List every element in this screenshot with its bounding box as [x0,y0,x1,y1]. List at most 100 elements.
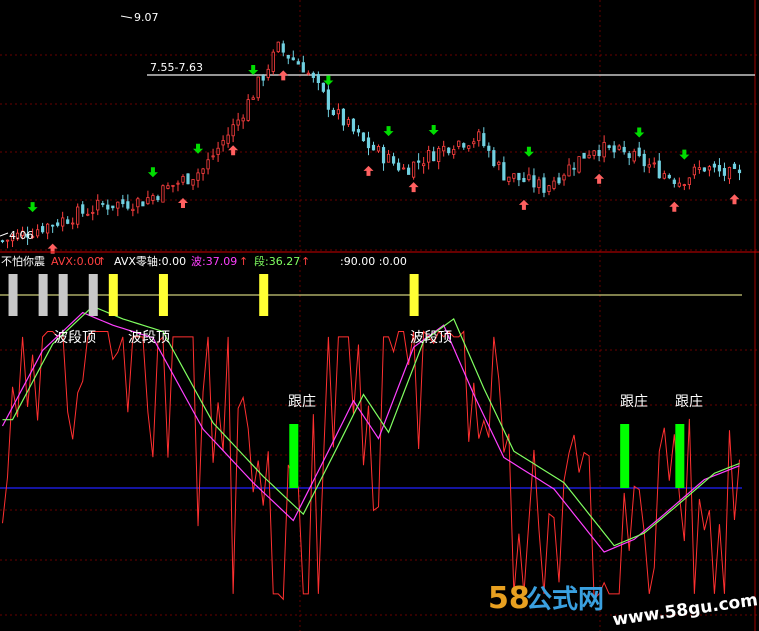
candle-body [717,165,722,172]
candle-body [41,226,45,233]
segment-value: 段:36.27 [254,254,300,268]
candle-body [101,203,105,205]
wave-value: 波:37.09 [191,255,237,268]
candle-body [727,167,732,180]
candle-body [532,175,536,188]
candle-body [166,185,170,189]
candle-body [171,184,175,187]
candle-body [146,197,150,205]
candle-body [572,167,576,170]
candle-body [702,167,706,172]
candle-body [612,145,616,153]
chart-canvas: 9.07 7.55-7.63 4.06 不怕你震 AVX:0.00 ↑ AVX零… [0,0,759,631]
watermark-cn: 公式网 [526,585,604,615]
wave-up-icon: ↑ [239,255,248,268]
wave-top-marker [58,274,68,316]
follow-marker [620,424,630,488]
candle-body [737,169,742,174]
candle-body [712,163,717,168]
candle-body [56,222,60,226]
candle-body [457,140,461,147]
candle-body [477,131,481,142]
candle-body [672,179,676,184]
candle-body [617,145,621,150]
high-price-label: 9.07 [134,11,159,24]
candle-body [592,150,596,156]
candle-body [537,179,541,188]
candle-body [662,173,666,179]
candle-body [141,201,145,207]
wave-top-marker [158,274,168,316]
follow-label: 跟庄 [675,393,703,410]
candle-body [236,119,240,126]
candle-body [482,133,486,147]
follow-label: 跟庄 [288,393,316,410]
wave-top-marker [38,274,48,316]
candle-body [497,161,501,165]
wave-top-marker [8,274,18,316]
candle-body [96,199,100,211]
candle-body [452,148,456,155]
range-label: 7.55-7.63 [150,61,203,74]
candle-body [507,176,511,182]
candle-body [472,141,476,145]
candle-body [371,144,376,151]
candle-body [186,173,190,185]
candle-body [552,180,556,189]
candle-body [226,134,230,144]
candle-body [301,62,305,73]
candle-body [136,198,140,208]
candle-body [467,145,471,149]
candle-body [196,172,200,181]
candle-body [321,82,325,92]
candle-body [386,153,391,163]
candle-body [667,174,671,179]
candle-body [281,43,285,53]
candle-body [0,240,5,243]
avx-zero-value: AVX零轴:0.00 [114,254,186,268]
candle-body [417,160,421,163]
candle-body [587,154,591,159]
candle-body [517,172,521,181]
candle-body [577,156,581,173]
candle-body [547,185,551,192]
candle-body [121,199,125,205]
watermark-number: 58 [488,581,530,616]
candle-body [296,61,300,65]
candle-body [381,147,386,164]
candle-body [126,201,130,209]
wave-top-marker [409,274,419,316]
candle-body [437,148,441,163]
candle-body [246,99,250,121]
candle-body [291,57,295,61]
candle-body [582,152,586,159]
candle-body [462,143,466,148]
candle-body [607,145,611,148]
wave-top-label: 波段顶 [54,330,96,346]
candle-body [306,72,310,75]
candle-body [116,201,120,209]
candle-body [697,167,701,170]
candle-body [191,179,195,186]
candle-body [351,118,356,132]
candle-body [512,173,516,179]
candle-body [682,184,686,186]
candle-body [396,162,401,171]
candle-body [266,68,270,78]
candle-body [376,146,381,152]
candle-body [286,54,290,59]
extra-values: :90.00 :0.00 [340,255,407,268]
candle-body [502,162,506,181]
candle-body [111,205,115,209]
candle-body [221,140,225,146]
candle-body [181,175,185,183]
avx-up-icon: ↑ [97,255,106,268]
candle-body [346,119,351,125]
candle-body [422,163,426,167]
candle-body [216,147,220,155]
wave-top-label: 波段顶 [410,330,452,346]
candle-body [316,74,320,83]
low-price-label: 4.06 [9,229,34,242]
candle-body [487,145,491,151]
candle-body [442,145,446,152]
